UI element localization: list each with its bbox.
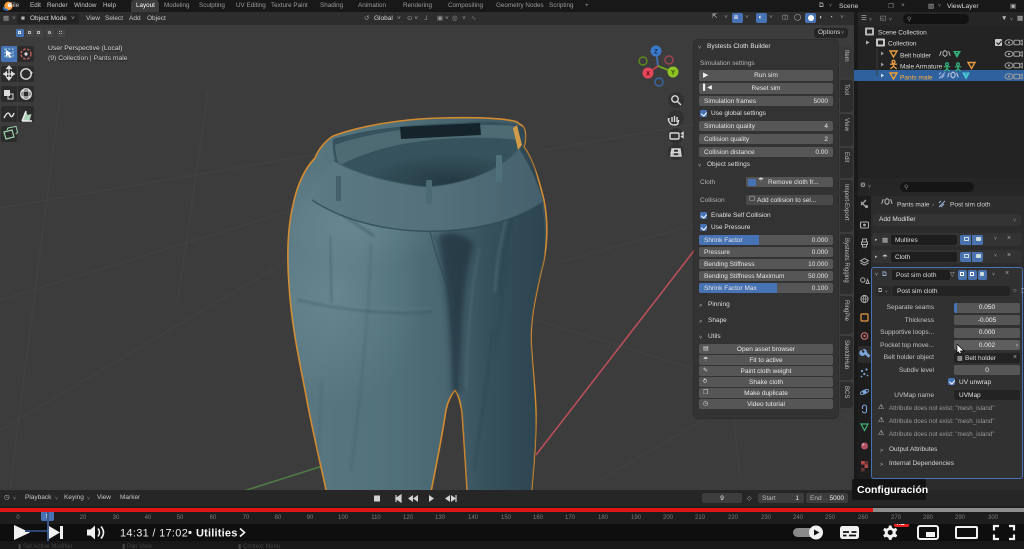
svg-text:Belt holder: Belt holder	[900, 53, 932, 60]
svg-text:Male Armature: Male Armature	[900, 64, 943, 71]
svg-text:14:31 / 17:02: 14:31 / 17:02	[120, 528, 188, 540]
svg-text:Post sim cloth: Post sim cloth	[950, 202, 991, 209]
svg-text:Collection: Collection	[888, 41, 917, 48]
svg-text:Y: Y	[671, 71, 675, 77]
svg-text:Z: Z	[654, 50, 658, 56]
svg-text:Pants male: Pants male	[900, 75, 933, 82]
svg-text:HD: HD	[897, 524, 906, 527]
svg-text:X: X	[646, 72, 650, 78]
svg-text:›: ›	[932, 202, 934, 209]
svg-text:Utilities: Utilities	[196, 528, 238, 540]
svg-text:Scene Collection: Scene Collection	[878, 30, 927, 37]
svg-text:Pants male: Pants male	[897, 202, 930, 209]
